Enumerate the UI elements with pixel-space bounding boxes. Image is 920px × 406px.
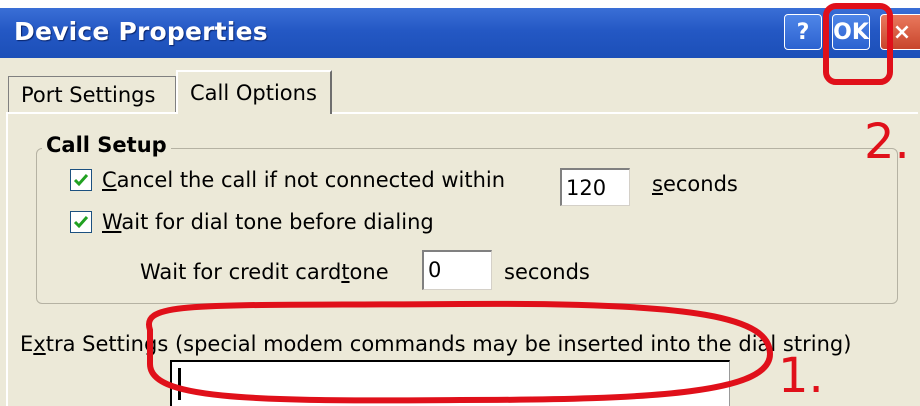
annotation-number-2: 2. bbox=[864, 114, 910, 170]
extra-settings-highlight-ellipse bbox=[146, 300, 774, 404]
ok-highlight-box bbox=[823, 3, 893, 85]
annotation-number-1: 1. bbox=[778, 348, 824, 404]
annotation-layer bbox=[146, 3, 893, 404]
tab-call-options-label: Call Options bbox=[190, 81, 317, 105]
tab-call-options[interactable]: Call Options bbox=[176, 70, 332, 114]
